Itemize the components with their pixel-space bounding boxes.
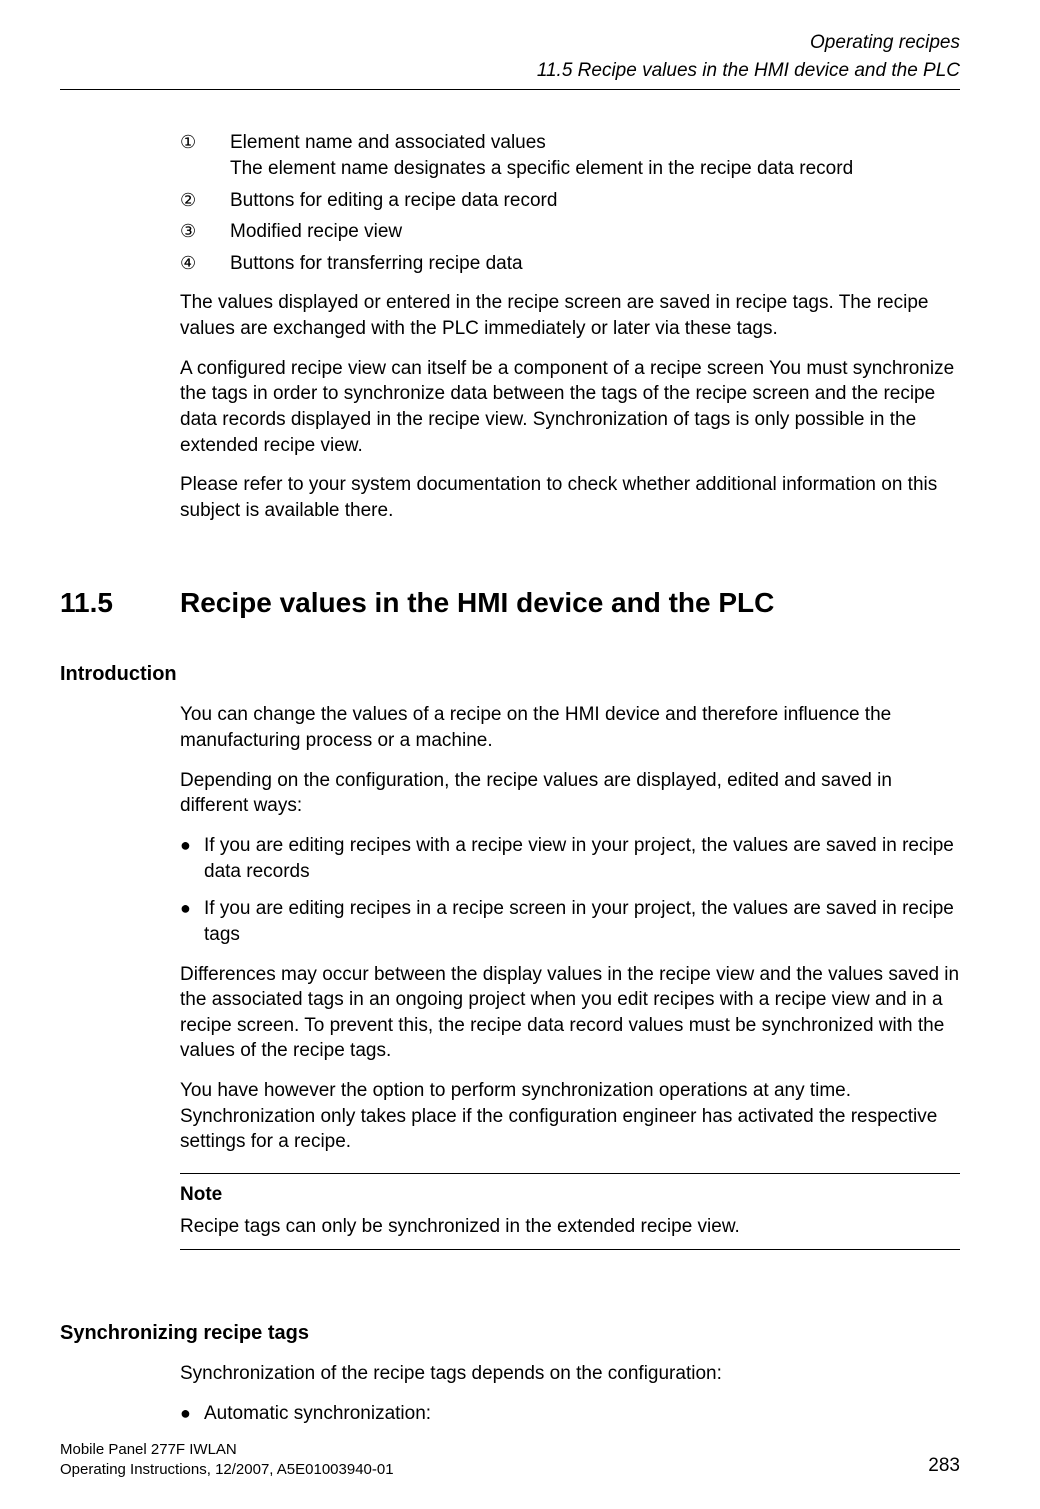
sync-body: Synchronization of the recipe tags depen… bbox=[180, 1361, 960, 1426]
paragraph: The values displayed or entered in the r… bbox=[180, 290, 960, 341]
section-title: Recipe values in the HMI device and the … bbox=[180, 584, 774, 622]
paragraph: You can change the values of a recipe on… bbox=[180, 702, 960, 753]
subheading-introduction: Introduction bbox=[60, 661, 960, 688]
header-chapter: Operating recipes bbox=[60, 30, 960, 56]
legend-text: Modified recipe view bbox=[230, 219, 960, 245]
bullet-list: ● If you are editing recipes with a reci… bbox=[180, 833, 960, 948]
legend-marker: ② bbox=[180, 188, 230, 214]
paragraph: Synchronization of the recipe tags depen… bbox=[180, 1361, 960, 1387]
legend-marker: ④ bbox=[180, 251, 230, 277]
list-item: ● Automatic synchronization: bbox=[180, 1401, 960, 1427]
footer-docinfo: Operating Instructions, 12/2007, A5E0100… bbox=[60, 1460, 394, 1480]
page-footer: Mobile Panel 277F IWLAN Operating Instru… bbox=[60, 1440, 960, 1479]
bullet-icon: ● bbox=[180, 1401, 204, 1427]
list-item: ● If you are editing recipes with a reci… bbox=[180, 833, 960, 884]
subheading-sync: Synchronizing recipe tags bbox=[60, 1320, 960, 1347]
paragraph: You have however the option to perform s… bbox=[180, 1078, 960, 1155]
introduction-body: You can change the values of a recipe on… bbox=[180, 702, 960, 1250]
header-section: 11.5 Recipe values in the HMI device and… bbox=[60, 58, 960, 84]
legend-text: Element name and associated values The e… bbox=[230, 130, 960, 181]
legend-marker: ① bbox=[180, 130, 230, 181]
legend-item: ① Element name and associated values The… bbox=[180, 130, 960, 181]
paragraph: Differences may occur between the displa… bbox=[180, 962, 960, 1065]
section-heading: 11.5 Recipe values in the HMI device and… bbox=[60, 584, 960, 622]
paragraph: Depending on the configuration, the reci… bbox=[180, 768, 960, 819]
note-block: Note Recipe tags can only be synchronize… bbox=[180, 1173, 960, 1250]
note-text: Recipe tags can only be synchronized in … bbox=[180, 1214, 960, 1240]
page-number: 283 bbox=[928, 1453, 960, 1479]
bullet-icon: ● bbox=[180, 833, 204, 884]
legend-item: ④ Buttons for transferring recipe data bbox=[180, 251, 960, 277]
paragraph: A configured recipe view can itself be a… bbox=[180, 356, 960, 459]
legend-text: Buttons for editing a recipe data record bbox=[230, 188, 960, 214]
legend-block: ① Element name and associated values The… bbox=[180, 130, 960, 523]
header-rule bbox=[60, 89, 960, 90]
page-header: Operating recipes 11.5 Recipe values in … bbox=[60, 30, 960, 83]
footer-left: Mobile Panel 277F IWLAN Operating Instru… bbox=[60, 1440, 394, 1479]
bullet-list: ● Automatic synchronization: bbox=[180, 1401, 960, 1427]
note-rule bbox=[180, 1249, 960, 1250]
list-item: ● If you are editing recipes in a recipe… bbox=[180, 896, 960, 947]
bullet-icon: ● bbox=[180, 896, 204, 947]
section-number: 11.5 bbox=[60, 584, 180, 622]
legend-text: Buttons for transferring recipe data bbox=[230, 251, 960, 277]
footer-product: Mobile Panel 277F IWLAN bbox=[60, 1440, 394, 1460]
legend-item: ③ Modified recipe view bbox=[180, 219, 960, 245]
note-label: Note bbox=[180, 1182, 960, 1208]
legend-item: ② Buttons for editing a recipe data reco… bbox=[180, 188, 960, 214]
note-rule bbox=[180, 1173, 960, 1174]
paragraph: Please refer to your system documentatio… bbox=[180, 472, 960, 523]
legend-marker: ③ bbox=[180, 219, 230, 245]
